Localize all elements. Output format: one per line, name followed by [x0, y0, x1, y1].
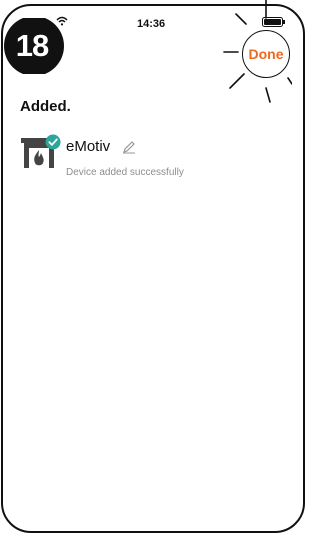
pencil-icon[interactable]: [122, 140, 136, 154]
check-circle-icon: [45, 134, 61, 150]
step-number-badge: 18: [0, 18, 64, 74]
page-title: Added.: [20, 98, 71, 115]
status-time: 14:36: [137, 18, 166, 30]
device-status-text: Device added successfully: [66, 167, 184, 178]
step-number: 18: [15, 28, 49, 63]
done-button[interactable]: Done: [242, 30, 290, 78]
device-name: eMotiv: [66, 138, 111, 155]
done-highlight: Done: [216, 0, 292, 110]
